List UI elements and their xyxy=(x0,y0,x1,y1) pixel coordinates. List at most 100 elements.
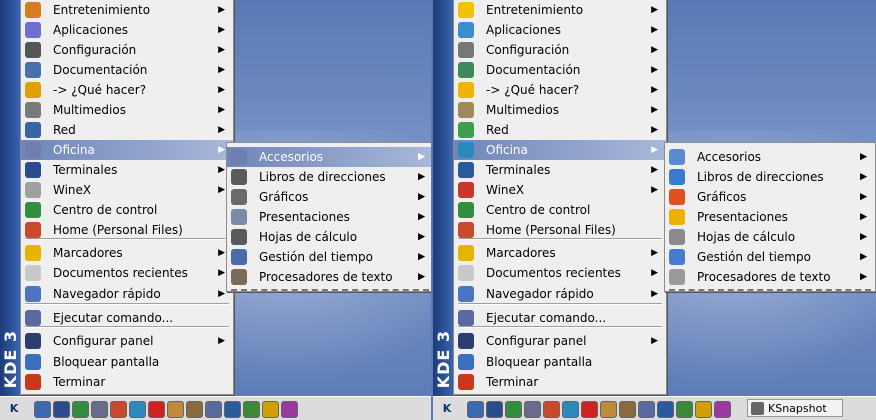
submenu-item-libros-de-direcciones[interactable]: Libros de direcciones ▶ ▶ xyxy=(227,167,431,187)
menu-item-configuracion[interactable]: Configuración ▶ xyxy=(454,40,666,60)
control-icon[interactable] xyxy=(72,401,89,418)
submenu-item-graficos[interactable]: Gráficos ▶ ▶ xyxy=(665,187,875,207)
taskbar-button-ksnapshot[interactable]: KSnapshot xyxy=(747,399,843,417)
menu-item-red[interactable]: Red ▶ xyxy=(21,120,233,140)
mail-icon[interactable] xyxy=(714,401,731,418)
submenu-item-hojas-de-calculo[interactable]: Hojas de cálculo ▶ ▶ xyxy=(665,227,875,247)
draw-icon[interactable] xyxy=(186,401,203,418)
menu-item-ejecutar-comando[interactable]: Ejecutar comando... xyxy=(454,308,666,328)
submenu-item-libros-de-direcciones[interactable]: Libros de direcciones ▶ ▶ xyxy=(665,167,875,187)
control-icon[interactable] xyxy=(505,401,522,418)
submenu-arrow-icon: ▶ xyxy=(218,25,225,35)
settings-icon[interactable] xyxy=(243,401,260,418)
menu-item-label: Bloquear pantalla xyxy=(53,355,160,369)
menu-item-aplicaciones[interactable]: Aplicaciones ▶ xyxy=(454,20,666,40)
opera-icon[interactable] xyxy=(581,401,598,418)
menu-item-bloquear-pantalla[interactable]: Bloquear pantalla xyxy=(454,352,666,372)
menu-item-configurar-panel[interactable]: Configurar panel ▶ xyxy=(454,331,666,351)
submenu-item-presentaciones[interactable]: Presentaciones ▶ ▶ xyxy=(227,207,431,227)
home-icon[interactable] xyxy=(110,401,127,418)
k-menu-button[interactable]: K xyxy=(435,399,459,418)
submenu-arrow-icon: ▶ xyxy=(418,272,425,282)
submenu-item-accesorios[interactable]: Accesorios ▶ ▶ xyxy=(665,147,875,167)
settings-icon[interactable] xyxy=(676,401,693,418)
menu-item-winex[interactable]: WineX ▶ xyxy=(21,180,233,200)
menu-item-terminar[interactable]: Terminar xyxy=(454,372,666,392)
sound-icon[interactable] xyxy=(695,401,712,418)
mail-icon[interactable] xyxy=(281,401,298,418)
submenu-arrow-icon: ▶ xyxy=(651,85,658,95)
editor-icon[interactable] xyxy=(467,401,484,418)
submenu-arrow-icon: ▶ xyxy=(651,165,658,175)
globe-icon[interactable] xyxy=(129,401,146,418)
menu-item-label: Oficina xyxy=(486,143,528,157)
menu-item-winex[interactable]: WineX ▶ xyxy=(454,180,666,200)
menu-item-centro-de-control[interactable]: Centro de control xyxy=(21,200,233,220)
menu-item-navegador-rapido[interactable]: Navegador rápido ▶ xyxy=(21,284,233,304)
menu-item-home-personal-files[interactable]: Home (Personal Files) xyxy=(454,220,666,240)
kde-banner-text: KDE 3 xyxy=(434,329,453,388)
tools-icon[interactable] xyxy=(167,401,184,418)
star-icon xyxy=(25,82,41,98)
tearoff-handle[interactable] xyxy=(669,289,871,291)
opera-icon[interactable] xyxy=(148,401,165,418)
menu-item-ejecutar-comando[interactable]: Ejecutar comando... xyxy=(21,308,233,328)
menu-item-marcadores[interactable]: Marcadores ▶ xyxy=(21,243,233,263)
home-icon[interactable] xyxy=(543,401,560,418)
menu-item-red[interactable]: Red ▶ xyxy=(454,120,666,140)
editor-icon[interactable] xyxy=(34,401,51,418)
wine-icon[interactable] xyxy=(638,401,655,418)
submenu-item-accesorios[interactable]: Accesorios ▶ ▶ xyxy=(227,147,431,167)
menu-item-terminar[interactable]: Terminar xyxy=(21,372,233,392)
k-menu-button[interactable]: K xyxy=(2,399,26,418)
menu-item-oficina[interactable]: Oficina ▶ xyxy=(454,140,666,160)
play-icon[interactable] xyxy=(224,401,241,418)
submenu-item-presentaciones[interactable]: Presentaciones ▶ ▶ xyxy=(665,207,875,227)
menu-item-bloquear-pantalla[interactable]: Bloquear pantalla xyxy=(21,352,233,372)
menu-item-documentos-recientes[interactable]: Documentos recientes ▶ xyxy=(454,263,666,283)
printer-icon[interactable] xyxy=(91,401,108,418)
menu-item-home-personal-files[interactable]: Home (Personal Files) xyxy=(21,220,233,240)
menu-item-label: Documentación xyxy=(486,63,581,77)
menu-item-que-hacer[interactable]: -> ¿Qué hacer? ▶ xyxy=(21,80,233,100)
menu-item-multimedios[interactable]: Multimedios ▶ xyxy=(454,100,666,120)
menu-item-documentos-recientes[interactable]: Documentos recientes ▶ xyxy=(21,263,233,283)
menu-item-documentacion[interactable]: Documentación ▶ xyxy=(21,60,233,80)
globe-icon[interactable] xyxy=(562,401,579,418)
menu-item-label: Aplicaciones xyxy=(486,23,561,37)
submenu-item-gestion-del-tiempo[interactable]: Gestión del tiempo ▶ ▶ xyxy=(227,247,431,267)
menu-item-marcadores[interactable]: Marcadores ▶ xyxy=(454,243,666,263)
submenu-item-procesadores-de-texto[interactable]: Procesadores de texto ▶ ▶ xyxy=(227,267,431,287)
menu-item-configuracion[interactable]: Configuración ▶ xyxy=(21,40,233,60)
terminal-icon[interactable] xyxy=(486,401,503,418)
submenu-item-gestion-del-tiempo[interactable]: Gestión del tiempo ▶ ▶ xyxy=(665,247,875,267)
submenu-arrow-icon: ▶ xyxy=(218,145,225,155)
menu-item-multimedios[interactable]: Multimedios ▶ xyxy=(21,100,233,120)
printer-icon[interactable] xyxy=(524,401,541,418)
submenu-arrow-icon: ▶ xyxy=(651,105,658,115)
menu-item-terminales[interactable]: Terminales ▶ xyxy=(21,160,233,180)
menu-item-configurar-panel[interactable]: Configurar panel ▶ xyxy=(21,331,233,351)
oficina-submenu: Accesorios ▶ ▶ Libros de direcciones ▶ ▶ Gráfi… xyxy=(664,142,876,292)
tearoff-handle[interactable] xyxy=(231,289,429,291)
menu-item-entretenimiento[interactable]: Entretenimiento ▶ xyxy=(454,0,666,20)
menu-item-documentacion[interactable]: Documentación ▶ xyxy=(454,60,666,80)
submenu-item-procesadores-de-texto[interactable]: Procesadores de texto ▶ ▶ xyxy=(665,267,875,287)
wine-icon[interactable] xyxy=(205,401,222,418)
network-icon xyxy=(458,122,474,138)
menu-item-aplicaciones[interactable]: Aplicaciones ▶ xyxy=(21,20,233,40)
submenu-arrow-icon: ▶ xyxy=(418,172,425,182)
menu-item-terminales[interactable]: Terminales ▶ xyxy=(454,160,666,180)
terminal-icon[interactable] xyxy=(53,401,70,418)
menu-item-que-hacer[interactable]: -> ¿Qué hacer? ▶ xyxy=(454,80,666,100)
menu-item-oficina[interactable]: Oficina ▶ xyxy=(21,140,233,160)
menu-item-entretenimiento[interactable]: Entretenimiento ▶ xyxy=(21,0,233,20)
menu-item-centro-de-control[interactable]: Centro de control xyxy=(454,200,666,220)
sound-icon[interactable] xyxy=(262,401,279,418)
menu-item-navegador-rapido[interactable]: Navegador rápido ▶ xyxy=(454,284,666,304)
tools-icon[interactable] xyxy=(600,401,617,418)
submenu-item-graficos[interactable]: Gráficos ▶ ▶ xyxy=(227,187,431,207)
draw-icon[interactable] xyxy=(619,401,636,418)
submenu-item-hojas-de-calculo[interactable]: Hojas de cálculo ▶ ▶ xyxy=(227,227,431,247)
play-icon[interactable] xyxy=(657,401,674,418)
